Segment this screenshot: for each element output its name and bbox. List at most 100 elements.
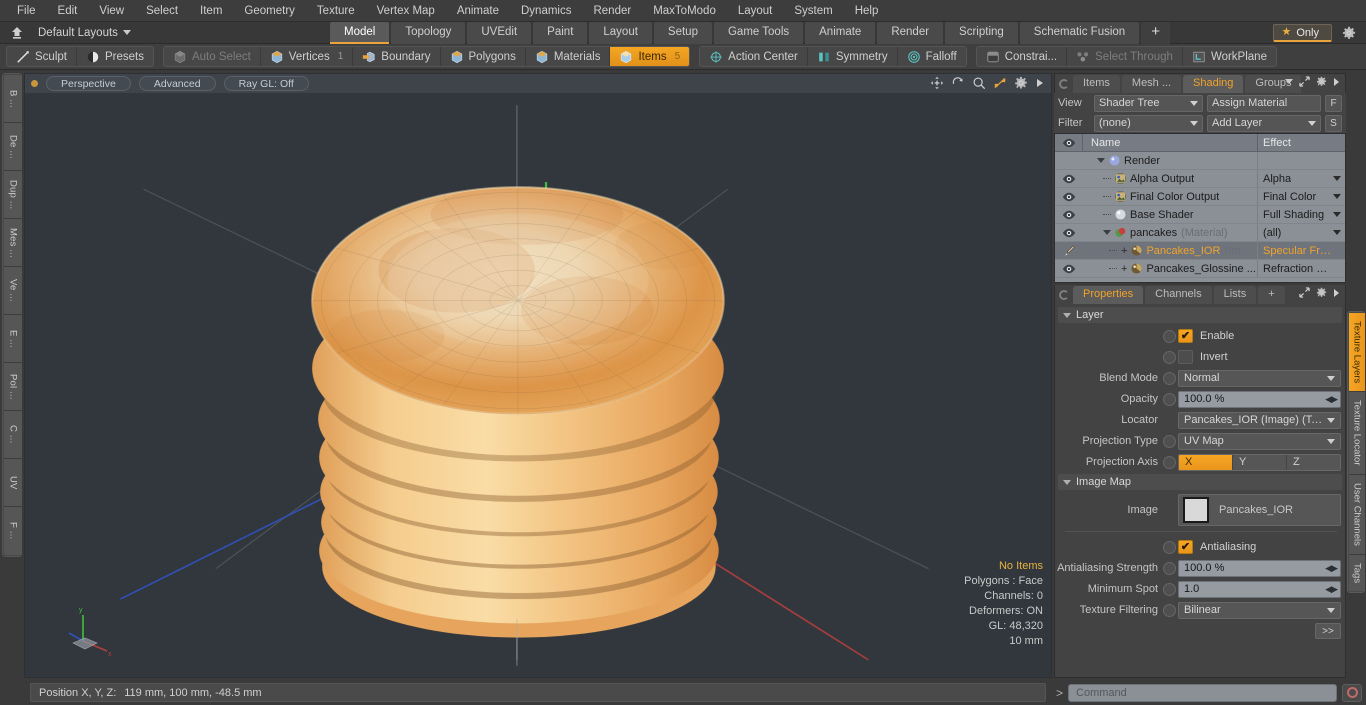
- presets-button[interactable]: Presets: [77, 47, 153, 66]
- falloff-button[interactable]: Falloff: [898, 47, 966, 66]
- viewport-shading-button[interactable]: Advanced: [138, 76, 216, 91]
- command-input[interactable]: Command: [1068, 683, 1337, 702]
- table-row[interactable]: Base Shader Full Shading: [1055, 206, 1345, 224]
- minimum-spot-knob[interactable]: [1163, 582, 1176, 596]
- tab-topology[interactable]: Topology: [391, 22, 466, 44]
- table-row[interactable]: Alpha Output Alpha: [1055, 170, 1345, 188]
- symmetry-button[interactable]: Symmetry: [808, 47, 898, 66]
- left-tab-duplicate[interactable]: Dup ...: [4, 171, 22, 219]
- row-visibility-toggle[interactable]: [1055, 192, 1083, 202]
- row-visibility-toggle[interactable]: [1055, 210, 1083, 220]
- constraint-button[interactable]: Constrai...: [977, 47, 1068, 66]
- opacity-knob[interactable]: [1163, 392, 1176, 406]
- menu-item-geometry[interactable]: Geometry: [233, 0, 306, 22]
- panel-tab-mesh[interactable]: Mesh ...: [1121, 74, 1182, 93]
- workplane-button[interactable]: WorkPlane: [1183, 47, 1276, 66]
- row-effect-cell[interactable]: Alpha: [1257, 170, 1345, 187]
- viewport-more-icon[interactable]: [1035, 77, 1045, 89]
- properties-tab-properties[interactable]: Properties: [1073, 286, 1144, 304]
- sculpt-button[interactable]: Sculpt: [7, 47, 77, 66]
- expand-plus-icon[interactable]: +: [1121, 245, 1127, 257]
- pan-icon[interactable]: [930, 76, 944, 90]
- menu-item-dynamics[interactable]: Dynamics: [510, 0, 582, 22]
- properties-tab-channels[interactable]: Channels: [1145, 286, 1212, 304]
- twisty-icon[interactable]: [1097, 158, 1105, 163]
- twisty-icon[interactable]: [1103, 230, 1111, 235]
- properties-gear-icon[interactable]: [1316, 287, 1327, 298]
- panel-menu-icon[interactable]: [1059, 78, 1069, 89]
- menu-item-maxtomodo[interactable]: MaxToModo: [642, 0, 727, 22]
- right-tab-texture-locator[interactable]: Texture Locator: [1349, 392, 1365, 475]
- left-tab-edge[interactable]: E ...: [4, 315, 22, 363]
- invert-knob[interactable]: [1163, 350, 1176, 364]
- tab-animate[interactable]: Animate: [805, 22, 876, 44]
- aa-strength-input[interactable]: 100.0 % ◀▶: [1178, 559, 1341, 577]
- menu-item-help[interactable]: Help: [844, 0, 890, 22]
- minimum-spot-input[interactable]: 1.0 ◀▶: [1178, 580, 1341, 598]
- opacity-input[interactable]: 100.0 % ◀▶: [1178, 390, 1341, 408]
- table-row[interactable]: pancakes (Material) (all): [1055, 224, 1345, 242]
- menu-item-animate[interactable]: Animate: [446, 0, 510, 22]
- blend-mode-dropdown[interactable]: Normal: [1178, 369, 1341, 387]
- panel-gear-icon[interactable]: [1316, 76, 1327, 87]
- only-button[interactable]: ★ Only: [1272, 24, 1332, 42]
- menu-item-edit[interactable]: Edit: [47, 0, 89, 22]
- projection-axis-knob[interactable]: [1163, 455, 1176, 469]
- viewport-gear-icon[interactable]: [1014, 76, 1028, 90]
- row-visibility-toggle[interactable]: [1055, 264, 1083, 274]
- properties-tab-lists[interactable]: Lists: [1213, 286, 1257, 304]
- projection-type-knob[interactable]: [1163, 434, 1176, 448]
- invert-checkbox[interactable]: [1178, 350, 1193, 364]
- action-center-button[interactable]: Action Center: [700, 47, 808, 66]
- properties-expand-icon[interactable]: [1299, 287, 1310, 298]
- left-tab-basic[interactable]: B ...: [4, 75, 22, 123]
- right-tab-texture-layers[interactable]: Texture Layers: [1349, 313, 1365, 393]
- expand-plus-icon[interactable]: +: [1121, 263, 1127, 275]
- panel-tab-shading[interactable]: Shading: [1183, 74, 1244, 93]
- right-tab-tags[interactable]: Tags: [1349, 554, 1365, 591]
- texture-filtering-dropdown[interactable]: Bilinear: [1178, 601, 1341, 619]
- table-row[interactable]: + Pancakes_Glossine ... Refraction Ro ..…: [1055, 260, 1345, 278]
- add-layer-dropdown[interactable]: Add Layer: [1207, 114, 1321, 132]
- shader-filter-dropdown[interactable]: (none): [1094, 114, 1204, 132]
- locator-dropdown[interactable]: Pancakes_IOR (Image) (Text ...: [1178, 411, 1341, 429]
- add-tab-button[interactable]: +: [1141, 22, 1170, 44]
- row-effect-cell[interactable]: Refraction Ro ...: [1257, 260, 1345, 277]
- row-visibility-toggle[interactable]: [1055, 228, 1083, 238]
- layout-selector[interactable]: Default Layouts: [38, 27, 131, 39]
- texture-filtering-knob[interactable]: [1163, 603, 1176, 617]
- left-tab-polygon[interactable]: Pol ...: [4, 363, 22, 411]
- viewport-view-button[interactable]: Perspective: [46, 76, 131, 91]
- 3d-viewport[interactable]: No Items Polygons : Face Channels: 0 Def…: [24, 93, 1052, 678]
- vertices-button[interactable]: Vertices 1: [261, 47, 354, 66]
- image-selector[interactable]: Pancakes_IOR: [1178, 494, 1341, 526]
- panel-tab-items[interactable]: Items: [1073, 74, 1120, 93]
- blend-mode-knob[interactable]: [1163, 371, 1176, 385]
- right-tab-user-channels[interactable]: User Channels: [1349, 474, 1365, 555]
- enable-knob[interactable]: [1163, 329, 1176, 343]
- zoom-icon[interactable]: [972, 76, 986, 90]
- viewport-raygl-button[interactable]: Ray GL: Off: [223, 76, 309, 91]
- tab-scripting[interactable]: Scripting: [945, 22, 1018, 44]
- menu-item-file[interactable]: File: [6, 0, 47, 22]
- menu-item-system[interactable]: System: [783, 0, 843, 22]
- left-tab-falloff[interactable]: F ...: [4, 507, 22, 555]
- tab-layout[interactable]: Layout: [589, 22, 652, 44]
- antialiasing-checkbox[interactable]: ✔: [1178, 540, 1193, 554]
- rotate-icon[interactable]: [951, 76, 965, 90]
- spinner-icon[interactable]: ◀▶: [1325, 394, 1338, 405]
- enable-checkbox[interactable]: ✔: [1178, 329, 1193, 343]
- projection-axis-y[interactable]: Y: [1233, 454, 1287, 470]
- spinner-icon[interactable]: ◀▶: [1325, 584, 1338, 595]
- tab-game-tools[interactable]: Game Tools: [713, 22, 804, 44]
- row-effect-cell[interactable]: Full Shading: [1257, 206, 1345, 223]
- row-visibility-toggle[interactable]: [1055, 174, 1083, 184]
- auto-select-button[interactable]: Auto Select: [164, 47, 261, 66]
- settings-gear-icon[interactable]: [1340, 25, 1358, 41]
- panel-more-icon[interactable]: [1333, 77, 1341, 87]
- spinner-icon[interactable]: ◀▶: [1325, 563, 1338, 574]
- more-options-button[interactable]: >>: [1315, 623, 1341, 639]
- materials-button[interactable]: Materials: [526, 47, 611, 66]
- panel-expand-icon[interactable]: [1299, 76, 1310, 87]
- menu-item-select[interactable]: Select: [135, 0, 189, 22]
